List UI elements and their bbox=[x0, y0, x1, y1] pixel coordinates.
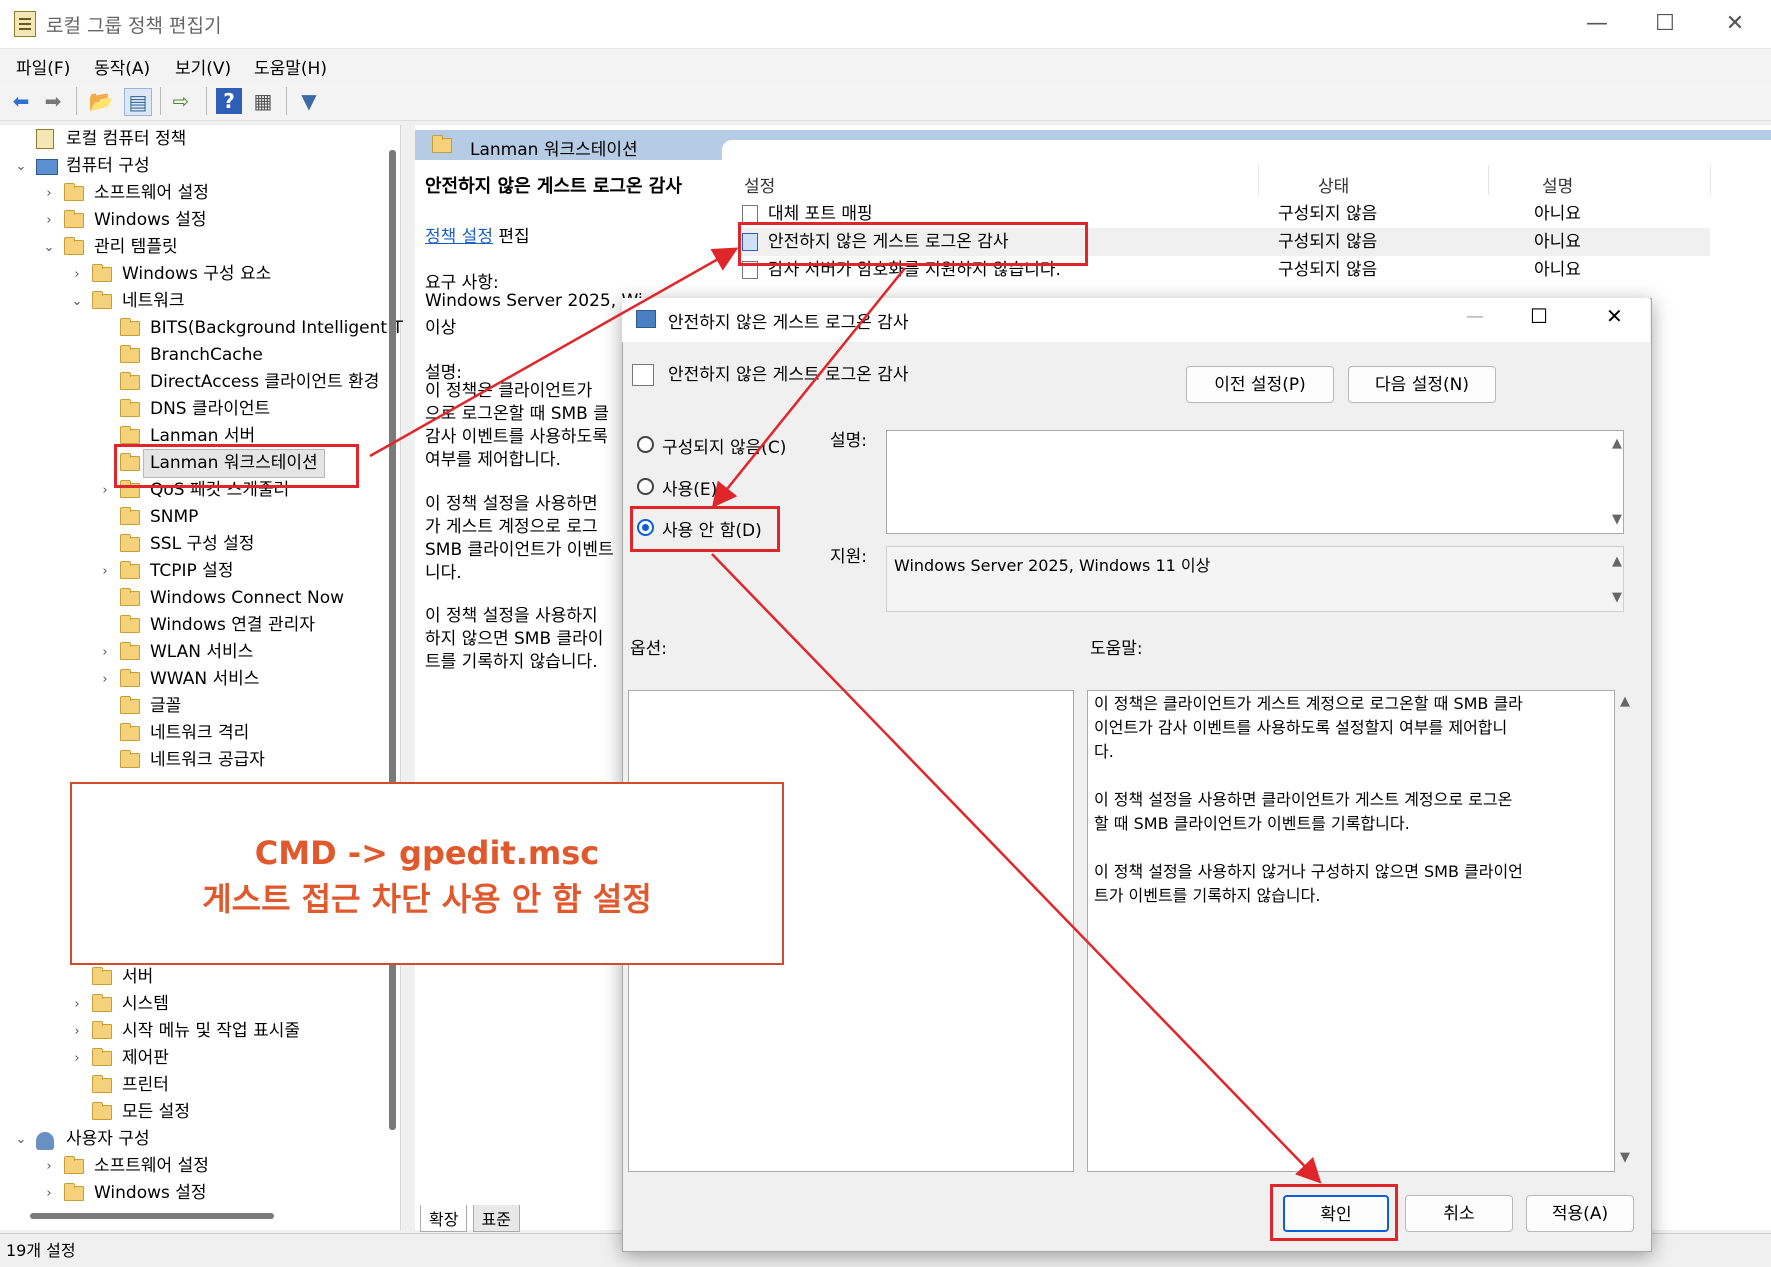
annotation-line-1: CMD -> gpedit.msc bbox=[254, 834, 600, 872]
annotation-line-2: 게스트 접근 차단 사용 안 함 설정 bbox=[202, 880, 652, 918]
arrow-disabled-to-ok bbox=[711, 553, 1322, 1184]
arrow-tree-to-policy bbox=[369, 247, 739, 458]
annotation-arrows bbox=[369, 247, 1322, 1184]
arrow-policy-to-disabled bbox=[711, 267, 906, 508]
